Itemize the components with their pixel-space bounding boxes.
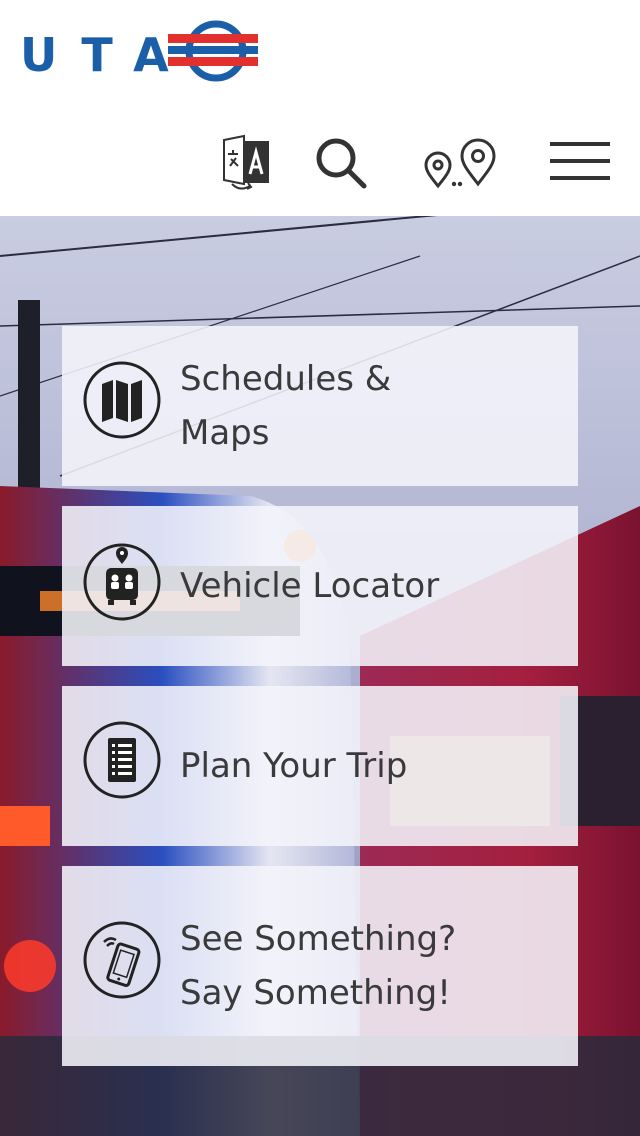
tile-schedules-maps[interactable]: Schedules & Maps (62, 326, 578, 486)
translate-icon (223, 134, 269, 190)
uta-logo-mark-icon (168, 20, 258, 82)
tile-vehicle-locator[interactable]: Vehicle Locator (62, 506, 578, 666)
tile-see-something-say-something[interactable]: See Something? Say Something! (62, 866, 578, 1066)
bus-locator-icon (83, 543, 161, 621)
trip-planner-button[interactable] (422, 138, 496, 190)
tile-plan-your-trip[interactable]: Plan Your Trip (62, 686, 578, 846)
tile-label: See Something? Say Something! (180, 919, 457, 1013)
translate-button[interactable] (220, 132, 272, 192)
trip-list-icon (83, 721, 161, 799)
site-header: UTA (0, 0, 640, 216)
tile-label: Schedules & Maps (180, 359, 392, 453)
search-icon (316, 138, 367, 189)
tile-label: Plan Your Trip (180, 746, 408, 786)
hero-section: Schedules & Maps Vehicle Locator Plan Yo… (0, 216, 640, 1136)
uta-logo[interactable]: UTA (20, 20, 265, 82)
uta-home-page: UTA Schedules & Maps Vehicle Locator Pla… (0, 0, 640, 1136)
logo-text: UTA (20, 28, 193, 82)
tile-label: Vehicle Locator (180, 566, 440, 606)
menu-button[interactable] (548, 138, 612, 184)
map-icon (83, 361, 161, 439)
hamburger-menu-icon (550, 142, 610, 180)
trip-planner-pins-icon (424, 138, 496, 189)
phone-signal-icon (83, 921, 161, 999)
search-button[interactable] (314, 136, 368, 190)
